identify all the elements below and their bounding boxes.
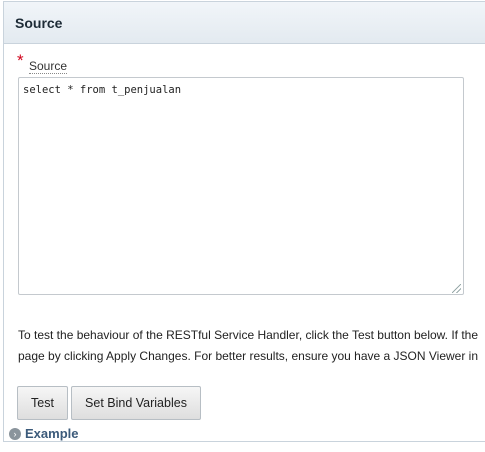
expand-arrow-icon: › <box>9 427 21 440</box>
region-header: Source <box>4 2 485 44</box>
source-label: Source <box>29 59 68 74</box>
source-textarea[interactable]: select * from t_penjualan <box>18 77 464 295</box>
set-bind-variables-button[interactable]: Set Bind Variables <box>71 386 201 420</box>
required-marker: * <box>17 51 24 70</box>
help-text: To test the behaviour of the RESTful Ser… <box>18 325 485 365</box>
test-button[interactable]: Test <box>17 386 68 420</box>
example-toggle[interactable]: › Example <box>9 426 78 441</box>
help-text-line-1: To test the behaviour of the RESTful Ser… <box>18 328 479 342</box>
help-text-line-2: page by clicking Apply Changes. For bett… <box>18 349 479 363</box>
resize-grip-icon[interactable] <box>452 284 461 293</box>
example-label: Example <box>25 426 79 441</box>
region-title: Source <box>15 15 63 31</box>
